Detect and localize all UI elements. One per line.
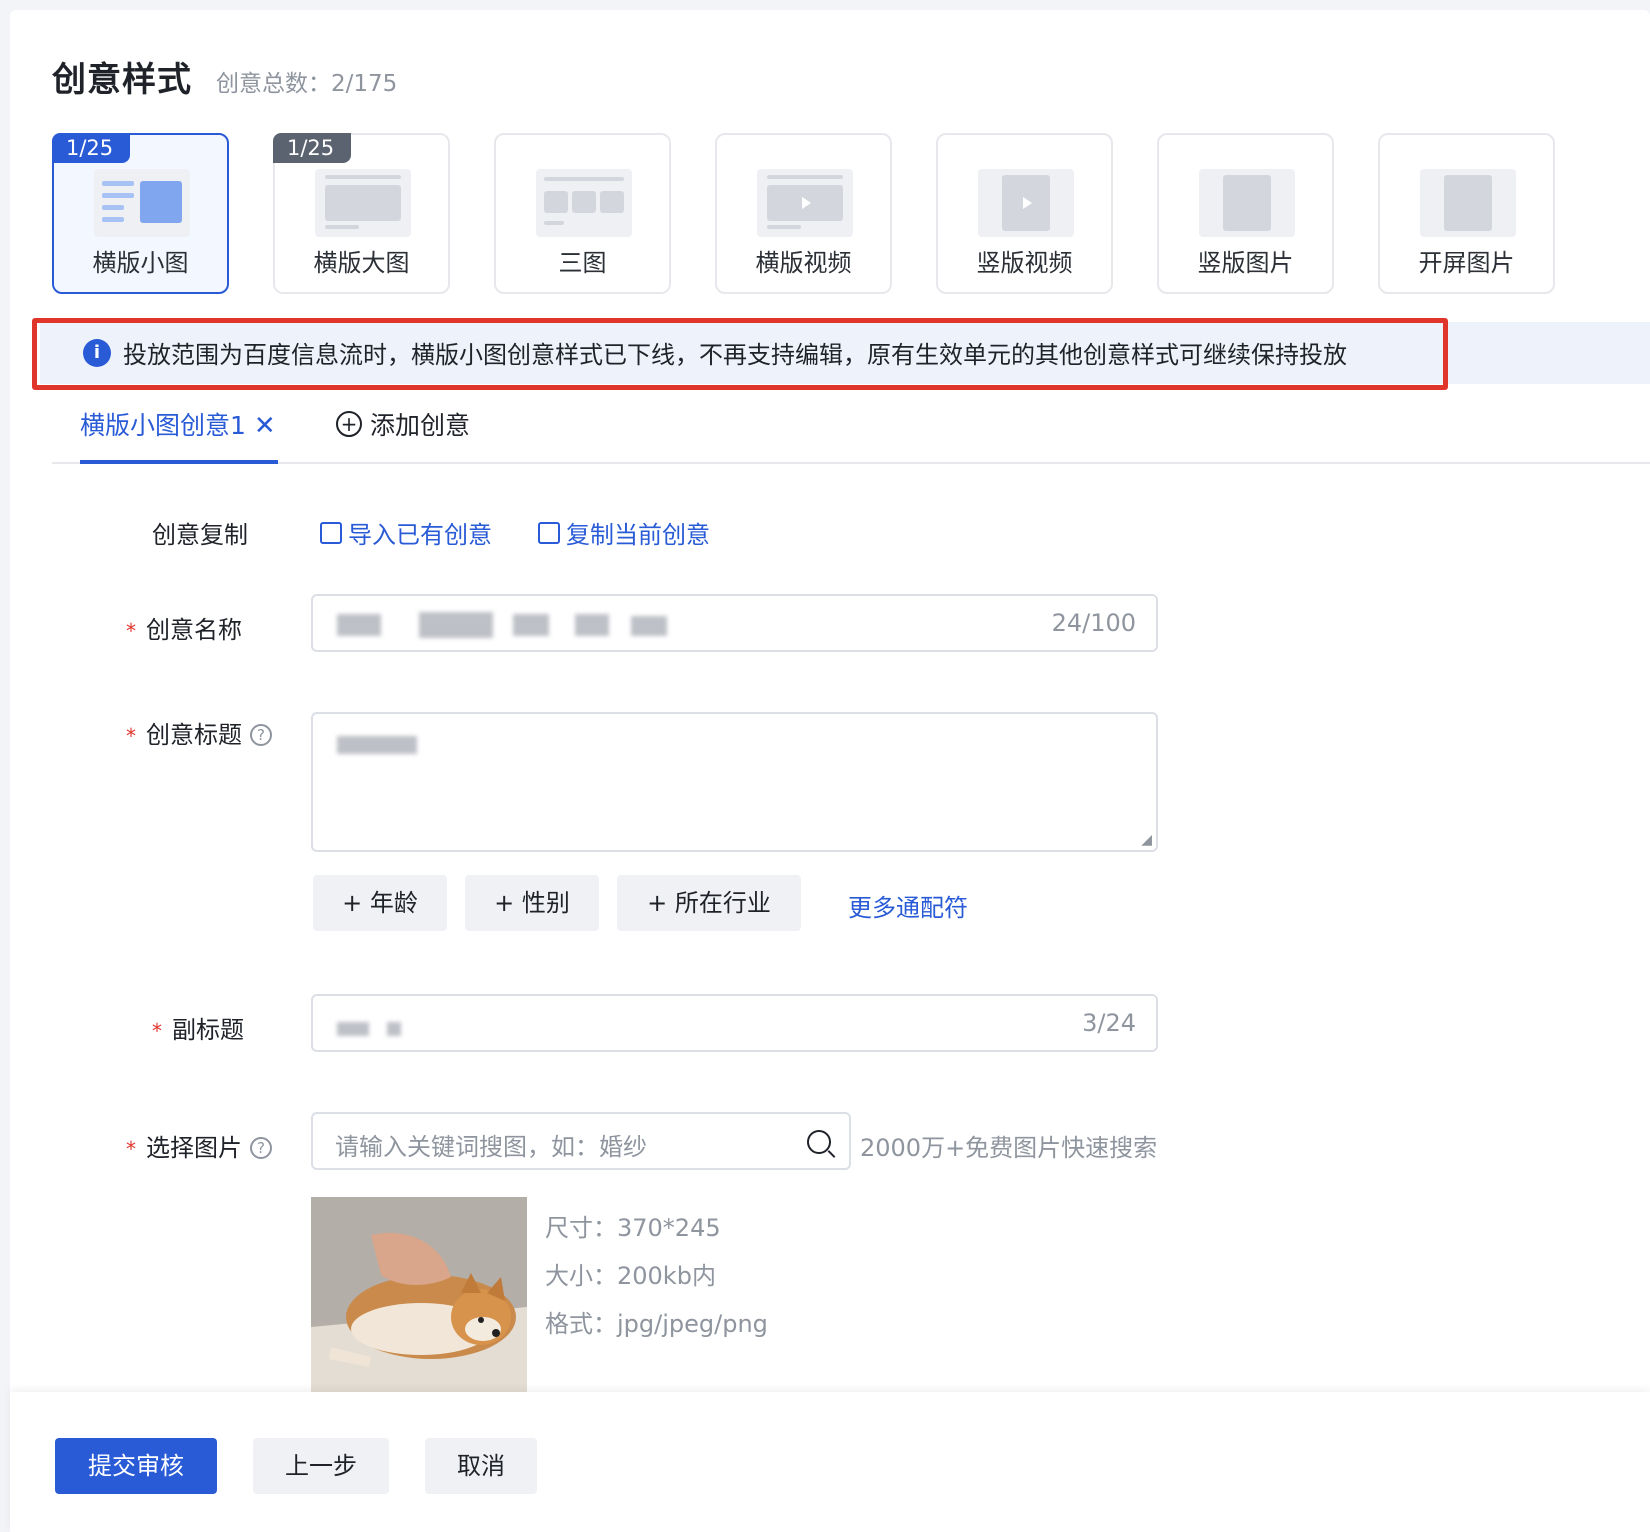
- style-label: 横版视频: [755, 249, 852, 277]
- image-format-spec: 格式：jpg/jpeg/png: [545, 1310, 768, 1338]
- subtitle-counter: 3/24: [1082, 1009, 1136, 1037]
- selected-image[interactable]: [311, 1197, 527, 1392]
- help-icon[interactable]: ?: [250, 1137, 272, 1159]
- required-asterisk: *: [126, 619, 136, 643]
- style-label: 横版小图: [92, 249, 189, 277]
- style-selector: 1/25 横版小图 1/25 横版大图 三图 横版视频 竖版视频 竖版图片 开屏…: [52, 133, 1555, 294]
- three-images-icon: [536, 169, 632, 237]
- highlight-frame: [32, 318, 1448, 390]
- more-wildcards-link[interactable]: 更多通配符: [848, 888, 968, 923]
- wildcard-gender-button[interactable]: + 性别: [465, 875, 599, 931]
- add-creative-button[interactable]: + 添加创意: [336, 406, 470, 442]
- style-label: 横版大图: [313, 249, 410, 277]
- style-card-horizontal-small[interactable]: 1/25 横版小图: [52, 133, 229, 294]
- horizontal-large-image-icon: [315, 169, 411, 237]
- image-label-text: 选择图片: [146, 1134, 242, 1162]
- shiba-dog-photo: [311, 1197, 527, 1392]
- title-label: * 创意标题?: [126, 715, 272, 750]
- splash-image-icon: [1420, 169, 1516, 237]
- required-asterisk: *: [126, 724, 136, 748]
- style-label: 开屏图片: [1418, 249, 1515, 277]
- vertical-video-icon: [978, 169, 1074, 237]
- name-label: * 创意名称: [126, 610, 242, 645]
- subtitle-label: * 副标题: [152, 1010, 244, 1045]
- image-label: * 选择图片?: [126, 1128, 272, 1163]
- subtitle-label-text: 副标题: [172, 1016, 244, 1044]
- copy-link-label: 复制当前创意: [566, 521, 710, 549]
- style-card-three-images[interactable]: 三图: [494, 133, 671, 294]
- style-label: 三图: [558, 249, 607, 277]
- style-card-splash-image[interactable]: 开屏图片: [1378, 133, 1555, 294]
- help-icon[interactable]: ?: [250, 724, 272, 746]
- creative-name-input[interactable]: 24/100: [311, 594, 1158, 652]
- style-count-badge: 1/25: [52, 133, 130, 163]
- import-creative-link[interactable]: 导入已有创意: [320, 515, 492, 550]
- style-card-vertical-image[interactable]: 竖版图片: [1157, 133, 1334, 294]
- close-icon[interactable]: ✕: [254, 411, 276, 441]
- copy-creative-link[interactable]: 复制当前创意: [538, 515, 710, 550]
- plus-circle-icon: +: [336, 411, 362, 437]
- search-hint: 2000万+免费图片快速搜索: [860, 1134, 1158, 1162]
- import-link-label: 导入已有创意: [348, 521, 492, 549]
- style-label: 竖版图片: [1197, 249, 1294, 277]
- style-card-horizontal-video[interactable]: 横版视频: [715, 133, 892, 294]
- image-filesize-spec: 大小：200kb内: [545, 1262, 716, 1290]
- search-placeholder: 请输入关键词搜图，如：婚纱: [335, 1133, 647, 1161]
- horizontal-video-icon: [757, 169, 853, 237]
- page-header: 创意样式 创意总数：2/175: [52, 52, 397, 101]
- import-icon: [320, 521, 342, 544]
- resize-handle-icon[interactable]: ◢: [1141, 832, 1152, 848]
- required-asterisk: *: [126, 1137, 136, 1161]
- copy-label: 创意复制: [152, 521, 248, 549]
- horizontal-small-image-icon: [94, 169, 190, 237]
- tab-creative-1[interactable]: 横版小图创意1 ✕: [80, 400, 278, 464]
- vertical-image-icon: [1199, 169, 1295, 237]
- submit-review-button[interactable]: 提交审核: [55, 1438, 217, 1494]
- style-count-badge: 1/25: [273, 133, 351, 163]
- copy-icon: [538, 521, 560, 544]
- style-card-horizontal-large[interactable]: 1/25 横版大图: [273, 133, 450, 294]
- previous-step-button[interactable]: 上一步: [253, 1438, 389, 1494]
- tab-label: 横版小图创意1: [80, 411, 246, 440]
- page-title: 创意样式: [52, 60, 192, 100]
- image-size-spec: 尺寸：370*245: [545, 1214, 721, 1242]
- creative-count: 创意总数：2/175: [216, 71, 398, 97]
- cancel-button[interactable]: 取消: [425, 1438, 537, 1494]
- name-label-text: 创意名称: [146, 616, 242, 644]
- wildcard-age-button[interactable]: + 年龄: [313, 875, 447, 931]
- creative-title-textarea[interactable]: ◢: [311, 712, 1158, 852]
- subtitle-input[interactable]: 3/24: [311, 994, 1158, 1052]
- creative-tabs: 横版小图创意1 ✕ + 添加创意: [52, 400, 1650, 464]
- style-card-vertical-video[interactable]: 竖版视频: [936, 133, 1113, 294]
- wildcard-industry-button[interactable]: + 所在行业: [617, 875, 801, 931]
- required-asterisk: *: [152, 1019, 162, 1043]
- name-counter: 24/100: [1051, 609, 1136, 637]
- action-footer: 提交审核 上一步 取消: [10, 1392, 1650, 1532]
- style-label: 竖版视频: [976, 249, 1073, 277]
- add-creative-label: 添加创意: [370, 411, 471, 440]
- title-label-text: 创意标题: [146, 721, 242, 749]
- image-search-input[interactable]: 请输入关键词搜图，如：婚纱: [311, 1112, 851, 1170]
- search-icon[interactable]: [807, 1130, 831, 1154]
